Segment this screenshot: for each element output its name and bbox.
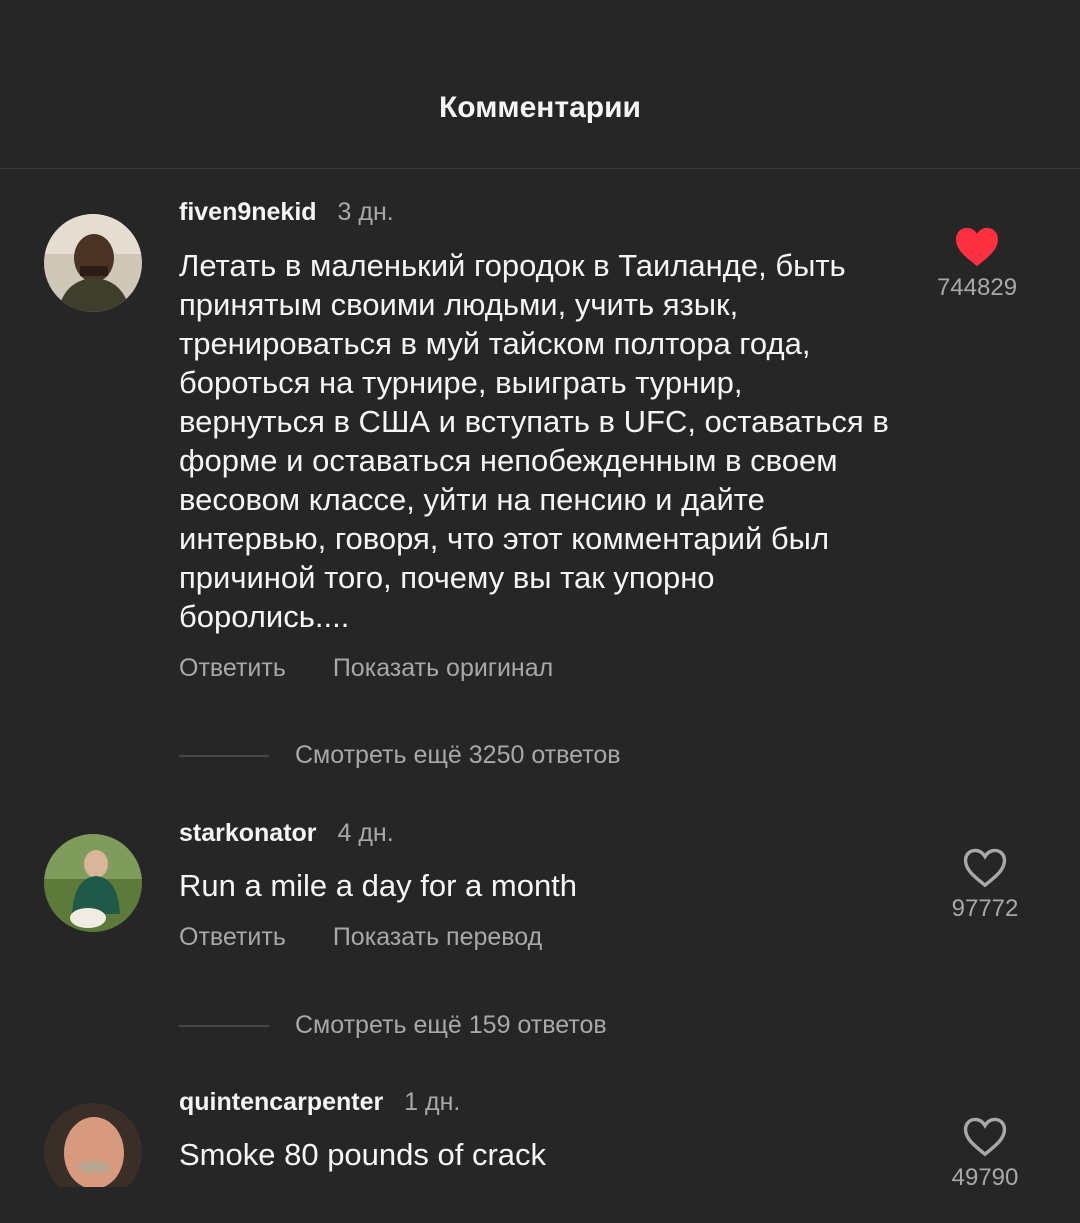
comment-actions: Ответить Показать оригинал [179, 654, 593, 683]
comment-text: Run a mile a day for a month [179, 868, 578, 903]
view-replies-label: Смотреть ещё 159 ответов [295, 1011, 607, 1039]
like-button[interactable]: 97772 [925, 847, 1045, 923]
like-count: 97772 [951, 895, 1019, 922]
avatar[interactable] [44, 834, 142, 932]
comment-text: Летать в маленький городок в Таиланде, б… [179, 248, 889, 634]
heart-outline-icon [963, 848, 1007, 888]
reply-button[interactable]: Ответить [179, 654, 286, 682]
heart-filled-icon [956, 227, 998, 267]
like-button[interactable]: 49790 [925, 1116, 1045, 1192]
comment-time: 4 дн. [337, 819, 394, 847]
divider-line [179, 755, 269, 758]
page-title: Комментарии [438, 91, 642, 124]
comment-time: 3 дн. [337, 198, 394, 226]
view-replies-button[interactable]: Смотреть ещё 3250 ответов [179, 741, 621, 770]
username[interactable]: starkonator [179, 819, 317, 847]
view-replies-label: Смотреть ещё 3250 ответов [295, 741, 621, 769]
show-translation-button[interactable]: Показать перевод [333, 923, 542, 951]
comments-header: Комментарии [0, 0, 1080, 169]
comment-text: Smoke 80 pounds of crack [179, 1137, 547, 1172]
avatar[interactable] [44, 214, 142, 312]
comment-meta: quintencarpenter 1 дн. [179, 1088, 460, 1117]
like-count: 744829 [936, 274, 1018, 301]
heart-outline-icon [963, 1117, 1007, 1157]
comment-actions: Ответить Показать перевод [179, 923, 582, 952]
view-replies-button[interactable]: Смотреть ещё 159 ответов [179, 1011, 607, 1040]
comment-meta: starkonator 4 дн. [179, 819, 394, 848]
username[interactable]: fiven9nekid [179, 198, 317, 226]
reply-button[interactable]: Ответить [179, 923, 286, 951]
like-button[interactable]: 744829 [917, 226, 1037, 302]
show-original-button[interactable]: Показать оригинал [333, 654, 553, 682]
comment-time: 1 дн. [404, 1088, 461, 1116]
bottom-clip [0, 1187, 1080, 1223]
comment-meta: fiven9nekid 3 дн. [179, 198, 394, 227]
username[interactable]: quintencarpenter [179, 1088, 383, 1116]
divider-line [179, 1025, 269, 1028]
